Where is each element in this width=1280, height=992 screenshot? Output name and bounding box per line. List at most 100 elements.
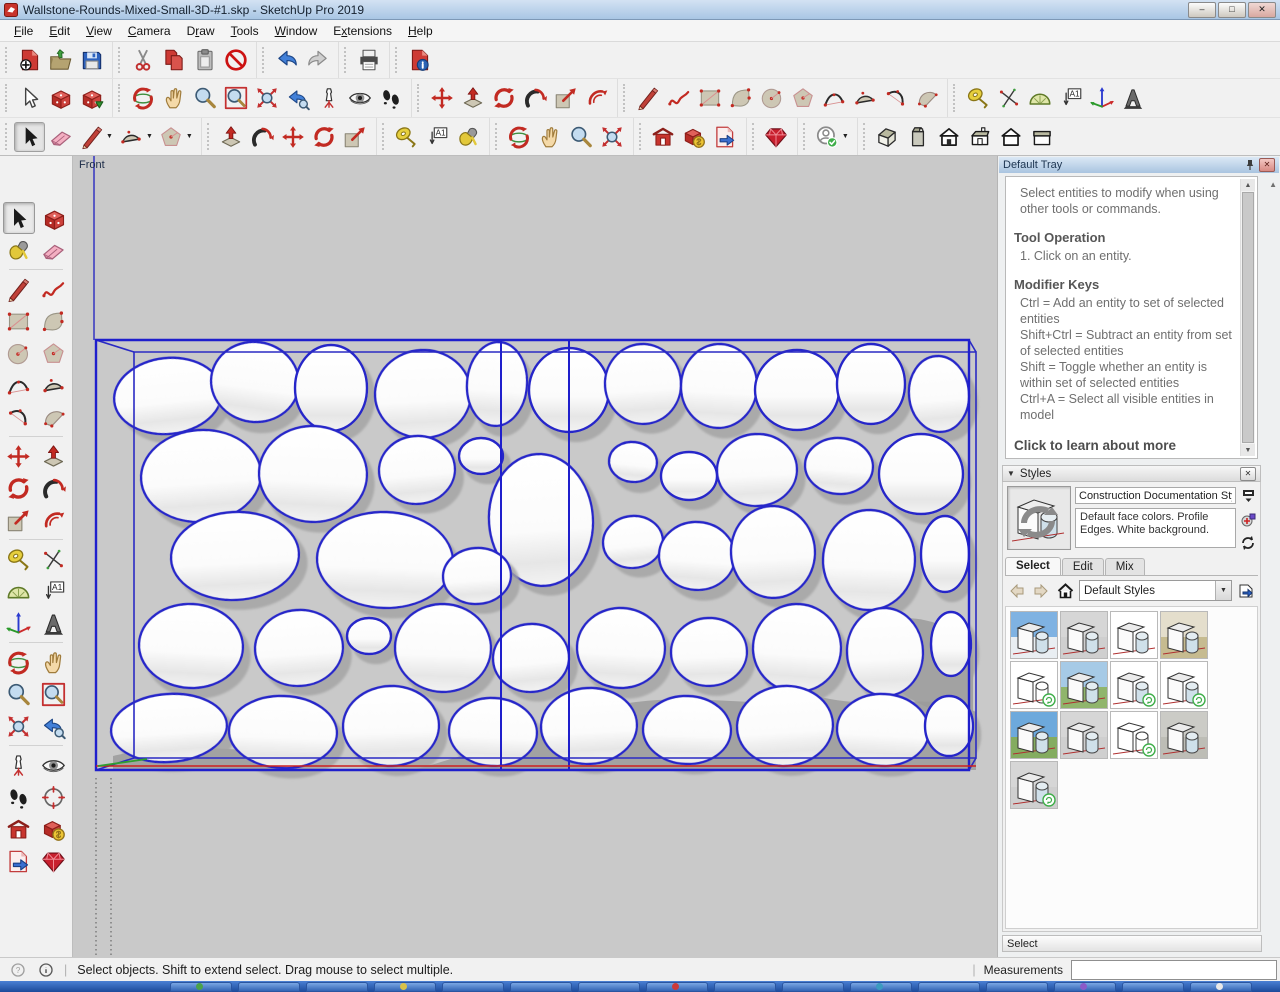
tool-freehand[interactable] bbox=[39, 274, 69, 304]
tab-edit[interactable]: Edit bbox=[1062, 558, 1104, 575]
menu-help[interactable]: Help bbox=[400, 21, 441, 41]
tool-orbit[interactable] bbox=[4, 647, 34, 677]
tool-cut[interactable] bbox=[127, 45, 158, 75]
toolbar-drag-handle[interactable] bbox=[495, 123, 500, 150]
tool-paste[interactable] bbox=[189, 45, 220, 75]
model-canvas[interactable]: Front bbox=[73, 156, 997, 957]
circle-question-icon[interactable]: ? bbox=[8, 960, 28, 980]
tool-zoom[interactable] bbox=[189, 83, 220, 113]
taskbar-button[interactable] bbox=[578, 982, 640, 992]
chevron-down-icon[interactable]: ▼ bbox=[1215, 581, 1231, 600]
toolbar-drag-handle[interactable] bbox=[752, 123, 757, 150]
menu-tools[interactable]: Tools bbox=[223, 21, 267, 41]
tool-move[interactable] bbox=[4, 441, 34, 471]
home-icon[interactable] bbox=[1055, 581, 1075, 601]
tool-zoom-window[interactable] bbox=[220, 83, 251, 113]
toolbar-drag-handle[interactable] bbox=[639, 123, 644, 150]
tool-add-component[interactable] bbox=[76, 83, 107, 113]
toolbar-drag-handle[interactable] bbox=[207, 123, 212, 150]
tool-push-pull[interactable] bbox=[216, 122, 247, 152]
tool-rotate[interactable] bbox=[4, 473, 34, 503]
styles-close-button[interactable]: ✕ bbox=[1240, 467, 1256, 481]
tool-view-front[interactable] bbox=[934, 122, 965, 152]
tool-position-camera[interactable] bbox=[4, 750, 34, 780]
style-thumbnail[interactable] bbox=[1010, 711, 1058, 759]
tool-orbit[interactable] bbox=[127, 83, 158, 113]
tool-view-left[interactable] bbox=[1027, 122, 1058, 152]
toolbar-drag-handle[interactable] bbox=[5, 47, 10, 73]
toolbar-drag-handle[interactable] bbox=[803, 123, 808, 150]
tool-rotate[interactable] bbox=[309, 122, 340, 152]
tool-look-around[interactable] bbox=[39, 750, 69, 780]
secondary-pane-icon[interactable] bbox=[1239, 488, 1257, 505]
tool-line[interactable] bbox=[76, 122, 107, 152]
tool-redo[interactable] bbox=[302, 45, 333, 75]
style-thumbnail[interactable] bbox=[1160, 611, 1208, 659]
tool-axes[interactable] bbox=[1086, 83, 1117, 113]
toolbar-drag-handle[interactable] bbox=[262, 47, 267, 73]
create-style-icon[interactable] bbox=[1239, 511, 1257, 528]
toolbar-drag-handle[interactable] bbox=[344, 47, 349, 73]
tool-print[interactable] bbox=[353, 45, 384, 75]
tool-polygon[interactable] bbox=[39, 338, 69, 368]
taskbar-button[interactable] bbox=[306, 982, 368, 992]
menu-window[interactable]: Window bbox=[267, 21, 326, 41]
tool-rectangle[interactable] bbox=[694, 83, 725, 113]
tool-walk[interactable] bbox=[375, 83, 406, 113]
tool-extension-warehouse[interactable] bbox=[39, 846, 69, 876]
tool-move[interactable] bbox=[278, 122, 309, 152]
tool-arc[interactable] bbox=[4, 370, 34, 400]
tool-model-info[interactable] bbox=[404, 45, 435, 75]
tool-follow-me[interactable] bbox=[519, 83, 550, 113]
tool-circle[interactable] bbox=[4, 338, 34, 368]
tool-orbit[interactable] bbox=[504, 122, 535, 152]
tool-scale[interactable] bbox=[4, 505, 34, 535]
tool-share-model[interactable] bbox=[679, 122, 710, 152]
tool-open-file[interactable] bbox=[45, 45, 76, 75]
tray-scroll-up-icon[interactable]: ▲ bbox=[1269, 180, 1277, 189]
back-arrow-icon[interactable] bbox=[1007, 581, 1027, 601]
style-thumbnail[interactable] bbox=[1110, 711, 1158, 759]
tool-erase-delete[interactable] bbox=[220, 45, 251, 75]
tool-eraser[interactable] bbox=[45, 122, 76, 152]
scroll-up-icon[interactable]: ▲ bbox=[1241, 179, 1255, 191]
tool-polygon[interactable] bbox=[787, 83, 818, 113]
tool-three-point-arc[interactable] bbox=[4, 402, 34, 432]
dropdown-arrow-icon[interactable]: ▼ bbox=[842, 133, 849, 140]
tool-position-camera[interactable] bbox=[313, 83, 344, 113]
tool-sign-in[interactable] bbox=[812, 122, 843, 152]
tool-pie[interactable] bbox=[39, 402, 69, 432]
styles-panel-header[interactable]: ▼ Styles ✕ bbox=[1002, 465, 1261, 482]
tool-share-model[interactable] bbox=[39, 814, 69, 844]
style-thumbnail[interactable] bbox=[1110, 611, 1158, 659]
tool-tape-measure[interactable] bbox=[962, 83, 993, 113]
tool-line[interactable] bbox=[4, 274, 34, 304]
tool-undo[interactable] bbox=[271, 45, 302, 75]
style-thumbnail[interactable] bbox=[1060, 711, 1108, 759]
tool-pointer[interactable] bbox=[14, 83, 45, 113]
tool-save[interactable] bbox=[76, 45, 107, 75]
tool-select[interactable] bbox=[3, 202, 35, 234]
tool-3d-text[interactable] bbox=[39, 608, 69, 638]
tool-walk[interactable] bbox=[4, 782, 34, 812]
tray-close-button[interactable]: ✕ bbox=[1259, 158, 1275, 172]
tool-tape-measure[interactable] bbox=[4, 544, 34, 574]
tool-two-point-arc[interactable] bbox=[849, 83, 880, 113]
style-thumbnail[interactable] bbox=[1110, 661, 1158, 709]
tool-previous-view[interactable] bbox=[39, 711, 69, 741]
menu-camera[interactable]: Camera bbox=[120, 21, 179, 41]
toolbar-drag-handle[interactable] bbox=[395, 47, 400, 73]
tool-three-point-arc[interactable] bbox=[880, 83, 911, 113]
style-thumbnail[interactable] bbox=[1060, 611, 1108, 659]
tool-3d-warehouse[interactable] bbox=[648, 122, 679, 152]
tool-pan[interactable] bbox=[535, 122, 566, 152]
tool-follow-me[interactable] bbox=[247, 122, 278, 152]
dropdown-arrow-icon[interactable]: ▼ bbox=[146, 133, 153, 140]
tool-select[interactable] bbox=[14, 122, 45, 152]
tool-zoom-extents[interactable] bbox=[251, 83, 282, 113]
taskbar-button[interactable] bbox=[918, 982, 980, 992]
tool-arc[interactable] bbox=[818, 83, 849, 113]
tool-view-top[interactable] bbox=[903, 122, 934, 152]
toolbar-drag-handle[interactable] bbox=[118, 84, 123, 111]
minimize-button[interactable]: – bbox=[1188, 2, 1216, 18]
